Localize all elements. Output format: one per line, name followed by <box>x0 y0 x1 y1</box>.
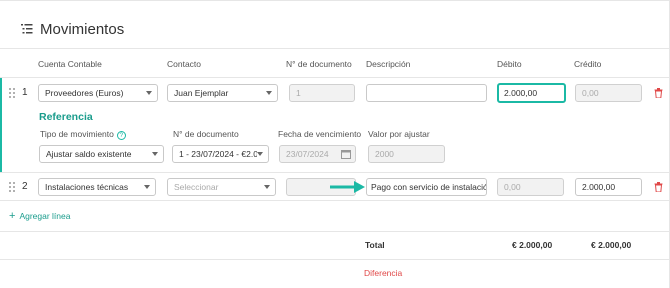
total-debito: € 2.000,00 <box>512 240 553 250</box>
debito-input[interactable]: 0,00 <box>497 178 564 196</box>
fecha-input: 23/07/2024 <box>279 145 356 163</box>
column-header-contacto: Contacto <box>167 59 202 69</box>
total-credito: € 2.000,00 <box>591 240 632 250</box>
column-header-documento: N° de documento <box>286 59 352 69</box>
cuenta-value: Instalaciones técnicas <box>45 182 129 192</box>
column-header-divider <box>0 77 670 78</box>
fecha-label: Fecha de vencimiento <box>278 129 362 139</box>
descripcion-input[interactable] <box>366 84 487 102</box>
add-line-label: Agregar línea <box>19 211 71 221</box>
fecha-value: 23/07/2024 <box>286 149 329 159</box>
list-icon <box>21 24 33 34</box>
cuenta-select[interactable]: Proveedores (Euros) <box>38 84 158 102</box>
help-icon[interactable]: ? <box>116 131 126 140</box>
total-divider <box>0 259 670 260</box>
credito-input[interactable]: 2.000,00 <box>575 178 642 196</box>
documento-field: 1 <box>289 84 355 102</box>
caret-down-icon <box>146 91 152 95</box>
column-header-credito: Crédito <box>574 59 602 69</box>
trash-icon[interactable] <box>654 182 663 192</box>
caret-down-icon <box>144 185 150 189</box>
diferencia-label: Diferencia <box>364 268 403 278</box>
tipo-select[interactable]: Ajustar saldo existente <box>39 145 164 163</box>
descripcion-input[interactable]: Pago con servicio de instalación <box>366 178 487 196</box>
reference-accent-bar <box>0 78 2 172</box>
ref-doc-label: N° de documento <box>173 129 239 139</box>
valor-label: Valor por ajustar <box>368 129 430 139</box>
top-border <box>0 0 670 1</box>
caret-down-icon <box>266 91 272 95</box>
column-header-descripcion: Descripción <box>366 59 411 69</box>
plus-icon: + <box>9 210 16 222</box>
debito-input[interactable]: 2.000,00 <box>497 83 566 103</box>
drag-handle-icon[interactable] <box>9 182 15 192</box>
row-number: 1 <box>22 87 28 98</box>
arrow-right-icon <box>330 181 365 193</box>
contacto-placeholder: Seleccionar <box>174 182 219 192</box>
ref-doc-select[interactable]: 1 - 23/07/2024 - €2.000 <box>172 145 269 163</box>
column-header-cuenta: Cuenta Contable <box>38 59 102 69</box>
valor-input: 2000 <box>368 145 445 163</box>
tipo-label-wrap: Tipo de movimiento? <box>40 129 126 140</box>
tipo-value: Ajustar saldo existente <box>46 149 132 159</box>
contacto-value: Juan Ejemplar <box>174 88 229 98</box>
row1-divider <box>0 172 670 173</box>
ref-doc-value: 1 - 23/07/2024 - €2.000 <box>179 149 257 159</box>
contacto-select[interactable]: Juan Ejemplar <box>167 84 278 102</box>
calendar-icon <box>341 150 351 159</box>
total-label: Total <box>365 240 385 250</box>
contacto-select[interactable]: Seleccionar <box>167 178 276 196</box>
cuenta-value: Proveedores (Euros) <box>45 88 124 98</box>
drag-handle-icon[interactable] <box>9 88 15 98</box>
row-number: 2 <box>22 181 28 192</box>
caret-down-icon <box>264 185 270 189</box>
trash-icon[interactable] <box>654 88 663 98</box>
credito-input[interactable]: 0,00 <box>575 84 642 102</box>
add-line-button[interactable]: + Agregar línea <box>9 210 70 222</box>
header-divider <box>0 48 670 49</box>
reference-title: Referencia <box>39 111 93 123</box>
cuenta-select[interactable]: Instalaciones técnicas <box>38 178 156 196</box>
column-header-debito: Débito <box>497 59 522 69</box>
caret-down-icon <box>152 152 158 156</box>
caret-down-icon <box>257 152 263 156</box>
tipo-label: Tipo de movimiento <box>40 129 114 139</box>
add-line-divider <box>0 231 670 232</box>
row2-divider <box>0 200 670 201</box>
page-title: Movimientos <box>40 21 125 38</box>
